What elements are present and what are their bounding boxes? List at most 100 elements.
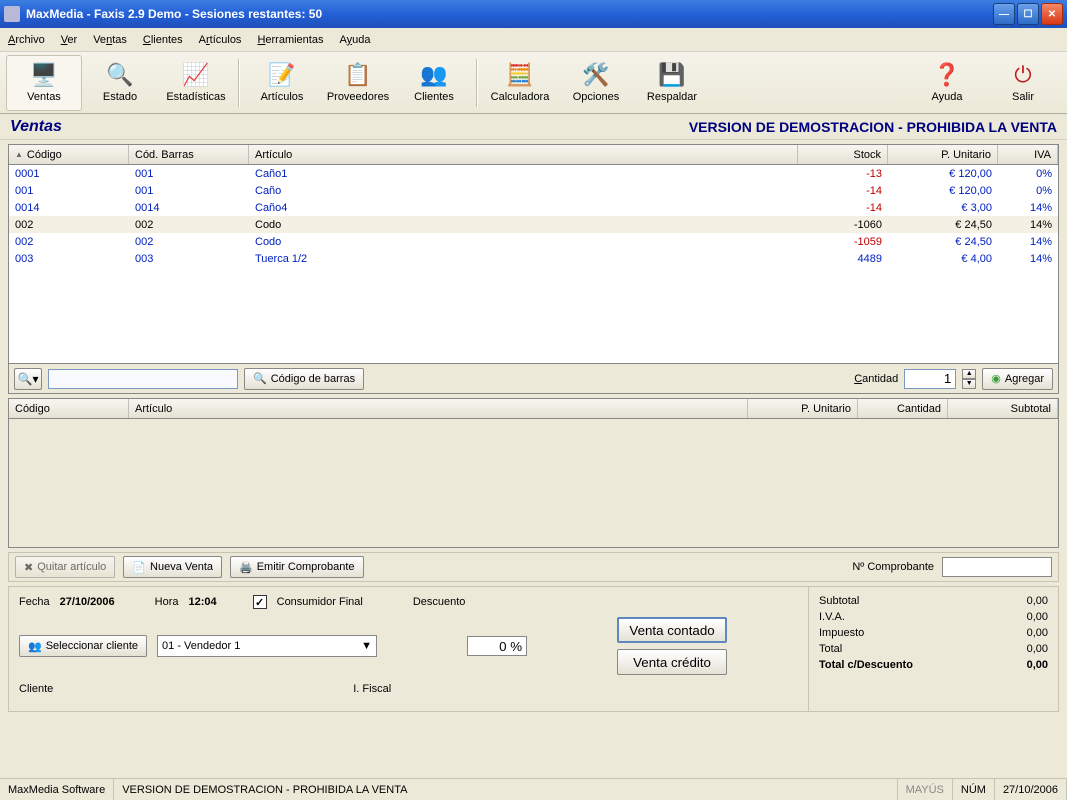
tb-articulos[interactable]: 📝Artículos	[244, 55, 320, 111]
ifiscal-label: I. Fiscal	[353, 683, 391, 695]
menu-archivo[interactable]: Archivo	[8, 34, 45, 46]
minimize-button[interactable]: —	[993, 3, 1015, 25]
menu-ayuda[interactable]: Ayuda	[339, 34, 370, 46]
tb-salir[interactable]: ⏻Salir	[985, 55, 1061, 111]
chevron-down-icon: ▼	[361, 640, 372, 652]
tb-proveedores[interactable]: 📋Proveedores	[320, 55, 396, 111]
total-value: 0,00	[1027, 643, 1048, 655]
status-date: 27/10/2006	[995, 779, 1067, 800]
backup-icon: 💾	[658, 62, 686, 88]
sel-cliente-button[interactable]: 👥Seleccionar cliente	[19, 635, 147, 657]
vendedor-select[interactable]: 01 - Vendedor 1▼	[157, 635, 377, 657]
table-row[interactable]: 003003Tuerca 1/24489€ 4,0014%	[9, 250, 1058, 267]
agregar-button[interactable]: ◉Agregar	[982, 368, 1053, 390]
col-codigo[interactable]: Código	[9, 145, 129, 164]
table-row[interactable]: 00140014Caño4-14€ 3,0014%	[9, 199, 1058, 216]
maximize-button[interactable]: ☐	[1017, 3, 1039, 25]
titlebar: MaxMedia - Faxis 2.9 Demo - Sesiones res…	[0, 0, 1067, 28]
cart-body-empty	[9, 419, 1058, 547]
col-iva[interactable]: IVA	[998, 145, 1058, 164]
col-stock[interactable]: Stock	[798, 145, 888, 164]
table-row[interactable]: 0001001Caño1-13€ 120,000%	[9, 165, 1058, 182]
cart-col-codigo[interactable]: Código	[9, 399, 129, 418]
new-icon: 📄	[132, 561, 146, 574]
tb-estadisticas[interactable]: 📈Estadísticas	[158, 55, 234, 111]
search-input[interactable]	[48, 369, 238, 389]
clients-icon: 👥	[28, 640, 42, 653]
descuento-label: Descuento	[413, 596, 466, 608]
table-row[interactable]: 001001Caño-14€ 120,000%	[9, 182, 1058, 199]
spin-up-icon[interactable]: ▲	[962, 369, 976, 379]
window-title: MaxMedia - Faxis 2.9 Demo - Sesiones res…	[26, 7, 322, 21]
descuento-input[interactable]	[467, 636, 527, 656]
cantidad-spinner[interactable]: ▲▼	[962, 369, 976, 389]
options-icon: 🛠️	[582, 62, 610, 88]
demo-banner: VERSION DE DEMOSTRACION - PROHIBIDA LA V…	[689, 119, 1057, 135]
tb-ventas[interactable]: 🖥️Ventas	[6, 55, 82, 111]
cart-col-punit[interactable]: P. Unitario	[748, 399, 858, 418]
tb-opciones[interactable]: 🛠️Opciones	[558, 55, 634, 111]
tb-calculadora[interactable]: 🧮Calculadora	[482, 55, 558, 111]
table-row[interactable]: 002002Codo-1059€ 24,5014%	[9, 233, 1058, 250]
emitir-button[interactable]: 🖨️Emitir Comprobante	[230, 556, 364, 578]
tb-ayuda[interactable]: ❓Ayuda	[909, 55, 985, 111]
cart-col-cantidad[interactable]: Cantidad	[858, 399, 948, 418]
tb-respaldar[interactable]: 💾Respaldar	[634, 55, 710, 111]
menu-ver[interactable]: Ver	[61, 34, 78, 46]
add-icon: ◉	[991, 372, 1001, 385]
tb-estado[interactable]: 🔍Estado	[82, 55, 158, 111]
clients-icon: 👥	[420, 62, 448, 88]
status-demo: VERSION DE DEMOSTRACION - PROHIBIDA LA V…	[114, 779, 897, 800]
menu-clientes[interactable]: Clientes	[143, 34, 183, 46]
spin-down-icon[interactable]: ▼	[962, 379, 976, 389]
status-vendor: MaxMedia Software	[0, 779, 114, 800]
help-icon: ❓	[933, 62, 961, 88]
col-barras[interactable]: Cód. Barras	[129, 145, 249, 164]
status-num: NÚM	[953, 779, 995, 800]
heading-row: Ventas VERSION DE DEMOSTRACION - PROHIBI…	[0, 114, 1067, 140]
chart-icon: 📈	[182, 62, 210, 88]
menubar: Archivo Ver Ventas Clientes Artículos He…	[0, 28, 1067, 52]
status-mayus: MAYÚS	[898, 779, 953, 800]
hora-label: Hora	[155, 596, 179, 608]
quitar-button: ✖Quitar artículo	[15, 556, 115, 578]
tb-clientes[interactable]: 👥Clientes	[396, 55, 472, 111]
col-articulo[interactable]: Artículo	[249, 145, 798, 164]
bottom-panel: Fecha 27/10/2006 Hora 12:04 ✓ Consumidor…	[8, 586, 1059, 712]
col-punit[interactable]: P. Unitario	[888, 145, 998, 164]
venta-credito-button[interactable]: Venta crédito	[617, 649, 727, 675]
fecha-label: Fecha	[19, 596, 50, 608]
cantidad-input[interactable]	[904, 369, 956, 389]
totaldesc-value: 0,00	[1027, 659, 1048, 671]
remove-icon: ✖	[24, 561, 33, 574]
table-row[interactable]: 002002Codo-1060€ 24,5014%	[9, 216, 1058, 233]
app-icon	[4, 6, 20, 22]
toolbar-sep	[238, 59, 240, 107]
suppliers-icon: 📋	[344, 62, 372, 88]
statusbar: MaxMedia Software VERSION DE DEMOSTRACIO…	[0, 778, 1067, 800]
nueva-venta-button[interactable]: 📄Nueva Venta	[123, 556, 222, 578]
consumidor-checkbox[interactable]: ✓	[253, 595, 267, 609]
hora-value: 12:04	[188, 596, 216, 608]
menu-articulos[interactable]: Artículos	[199, 34, 242, 46]
section-title: Ventas	[10, 118, 62, 136]
venta-contado-button[interactable]: Venta contado	[617, 617, 727, 643]
cart-col-subtotal[interactable]: Subtotal	[948, 399, 1058, 418]
status-icon: 🔍	[106, 62, 134, 88]
barcode-button[interactable]: 🔍Código de barras	[244, 368, 364, 390]
totals-panel: Subtotal0,00 I.V.A.0,00 Impuesto0,00 Tot…	[808, 587, 1058, 711]
cantidad-label: Cantidad	[854, 373, 898, 385]
menu-herramientas[interactable]: Herramientas	[257, 34, 323, 46]
action-row: ✖Quitar artículo 📄Nueva Venta 🖨️Emitir C…	[8, 552, 1059, 582]
toolbar-sep	[476, 59, 478, 107]
cliente-label: Cliente	[19, 683, 53, 695]
cash-register-icon: 🖥️	[30, 62, 58, 88]
close-button[interactable]: ✕	[1041, 3, 1063, 25]
search-dropdown[interactable]: 🔍▾	[14, 368, 42, 390]
iva-value: 0,00	[1027, 611, 1048, 623]
impuesto-value: 0,00	[1027, 627, 1048, 639]
menu-ventas[interactable]: Ventas	[93, 34, 127, 46]
ncomp-input[interactable]	[942, 557, 1052, 577]
cart-col-articulo[interactable]: Artículo	[129, 399, 748, 418]
cart-table: Código Artículo P. Unitario Cantidad Sub…	[8, 398, 1059, 548]
